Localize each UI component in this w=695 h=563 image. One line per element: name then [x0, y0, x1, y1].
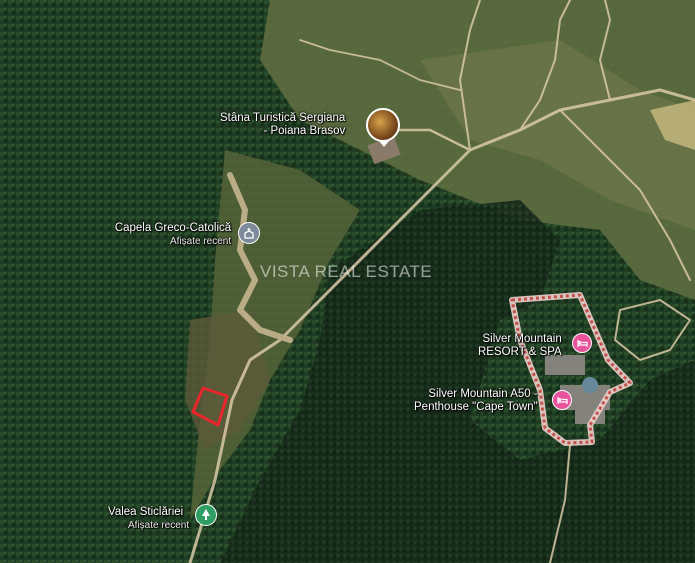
recent-label: Afișate recent	[170, 236, 232, 247]
church-icon[interactable]	[238, 222, 260, 244]
satellite-map[interactable]: VISTA REAL ESTATE Stâna Turistică Sergia…	[0, 0, 695, 563]
place-name-line2: RESORT & SPA	[478, 346, 562, 358]
hotel-icon[interactable]	[552, 390, 572, 410]
place-label-capela[interactable]: Capela Greco-Catolică Afișate recent	[108, 222, 231, 248]
place-label-silver-a50[interactable]: Silver Mountain A50 - Penthouse "Cape To…	[414, 388, 538, 414]
place-name: Stâna Turistică Sergiana	[220, 112, 346, 124]
place-name-line2: - Poiana Brasov	[263, 125, 346, 137]
place-name-line2: Penthouse "Cape Town"	[414, 401, 538, 413]
watermark: VISTA REAL ESTATE	[260, 262, 433, 281]
hotel-icon[interactable]	[572, 333, 592, 353]
tree-icon[interactable]	[195, 504, 217, 526]
place-name: Silver Mountain A50 -	[428, 388, 538, 400]
place-label-stana[interactable]: Stâna Turistică Sergiana - Poiana Brasov	[220, 112, 345, 138]
place-label-silver-resort[interactable]: Silver Mountain RESORT & SPA	[478, 333, 562, 359]
place-name: Valea Sticlăriei	[108, 506, 184, 518]
photo-thumbnail-pin[interactable]	[366, 108, 400, 147]
place-label-valea[interactable]: Valea Sticlăriei Afișate recent	[108, 506, 189, 532]
place-name: Capela Greco-Catolică	[114, 222, 232, 234]
place-name: Silver Mountain	[482, 333, 562, 345]
recent-label: Afișate recent	[128, 520, 190, 531]
